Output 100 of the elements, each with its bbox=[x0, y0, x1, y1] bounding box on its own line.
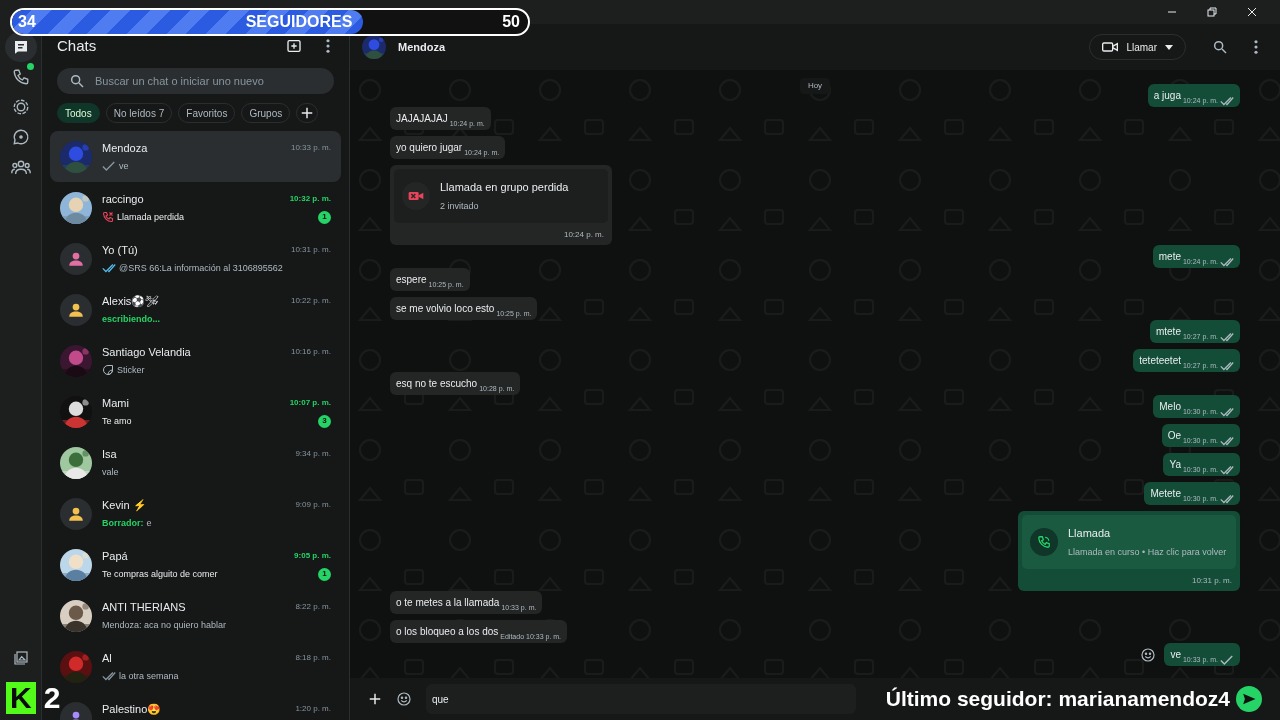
menu-icon bbox=[1254, 40, 1258, 54]
video-icon bbox=[1102, 41, 1119, 53]
chat-item[interactable]: Isa 9:34 p. m. vale bbox=[50, 437, 341, 488]
message-field[interactable]: que bbox=[426, 684, 856, 714]
call-subtitle: Llamada en curso • Haz clic para volver bbox=[1068, 545, 1227, 559]
time-label: 10:32 p. m. bbox=[289, 193, 331, 205]
contact-name: Isa bbox=[102, 446, 118, 462]
contact-name: Mami bbox=[102, 395, 130, 411]
contact-name: Santiago Velandia bbox=[102, 344, 192, 360]
date-label: Hoy bbox=[799, 78, 831, 94]
message-text: Oe bbox=[1167, 429, 1181, 443]
message-preview: @SRS 66:La información al 3106895562 bbox=[119, 261, 284, 275]
chat-item[interactable]: Yo (Tú) 10:31 p. m. @SRS 66:La información al 3106895562 bbox=[50, 233, 341, 284]
sticker-icon bbox=[396, 691, 412, 707]
time-label: 9:05 p. m. bbox=[294, 550, 331, 562]
chat-item[interactable]: Papá 9:05 p. m. Te compras alguito de comer 1 bbox=[50, 539, 341, 590]
message-text: Ya bbox=[1169, 458, 1181, 472]
status-icon bbox=[11, 98, 30, 116]
video-call-icon bbox=[408, 190, 424, 202]
time-label: 10:24 p. m. bbox=[563, 229, 604, 241]
restore-button[interactable] bbox=[1204, 4, 1220, 20]
chat-item[interactable]: raccingo 10:32 p. m. Llamada perdida 1 bbox=[50, 182, 341, 233]
search-field[interactable]: Buscar un chat o iniciar uno nuevo bbox=[57, 68, 334, 94]
contact-name: ANTI THERIANS bbox=[102, 599, 187, 615]
message-text: espere bbox=[396, 273, 427, 287]
contact-name: Palestino😍 bbox=[102, 701, 163, 717]
time-label: 10:07 p. m. bbox=[289, 397, 331, 409]
call-card[interactable]: Llamada Llamada en curso • Haz clic para volver 10:31 p. m. bbox=[1018, 511, 1240, 591]
unread-badge: 1 bbox=[318, 567, 331, 581]
chat-item[interactable]: Mami 10:07 p. m. Te amo 3 bbox=[50, 386, 341, 437]
message-text: esq no te escucho bbox=[396, 377, 478, 391]
message-text: Melo bbox=[1159, 400, 1181, 414]
chat-item[interactable]: Mendoza 10:33 p. m. ve bbox=[50, 131, 341, 182]
people-icon bbox=[10, 158, 31, 176]
double-check-icon bbox=[102, 263, 116, 274]
unread-badge: 1 bbox=[318, 210, 331, 224]
new-chat-icon bbox=[286, 38, 302, 54]
message-text: teteteetet bbox=[1139, 354, 1181, 368]
menu-icon bbox=[326, 39, 330, 53]
message-preview: e bbox=[146, 516, 153, 530]
call-title: Llamada bbox=[1068, 526, 1112, 541]
contact-name: Kevin ⚡ bbox=[102, 497, 148, 514]
chat-item[interactable]: ANTI THERIANS 8:22 p. m. Mendoza: aca no quiero hablar bbox=[50, 590, 341, 641]
time-label: 9:34 p. m. bbox=[295, 448, 331, 460]
new-chat-button[interactable] bbox=[286, 38, 302, 54]
contact-name: Papá bbox=[102, 548, 129, 564]
logo: K bbox=[6, 682, 36, 714]
plus-icon bbox=[368, 692, 382, 706]
double-check-icon bbox=[102, 671, 116, 682]
contact-name: Mendoza bbox=[398, 39, 447, 55]
chats-tab[interactable] bbox=[4, 32, 37, 62]
time-label: 10:16 p. m. bbox=[290, 346, 331, 358]
contact-name: raccingo bbox=[102, 191, 145, 207]
chat-item[interactable]: Santiago Velandia 10:16 p. m. Sticker bbox=[50, 335, 341, 386]
draft-label: Borrador: bbox=[102, 516, 144, 530]
message-preview: ve bbox=[119, 159, 130, 173]
viewer-count: 2 bbox=[43, 682, 61, 714]
message-preview: Mendoza: aca no quiero hablar bbox=[102, 618, 228, 632]
time-label: 10:31 p. m. bbox=[1191, 575, 1232, 587]
close-icon bbox=[1247, 7, 1257, 17]
message-text: se me volvio loco esto bbox=[396, 302, 495, 316]
message-text: mete bbox=[1158, 250, 1181, 264]
contact-name: Alexis⚽🛩 bbox=[102, 293, 161, 309]
message-text: mtete bbox=[1155, 325, 1181, 339]
follower-count: 34 bbox=[18, 12, 36, 32]
search-icon bbox=[1212, 39, 1228, 55]
time-label: 1:20 p. m. bbox=[295, 703, 331, 715]
search-button[interactable] bbox=[1212, 39, 1228, 55]
missed-call-icon bbox=[102, 211, 114, 224]
sticker-icon bbox=[102, 364, 114, 377]
time-label: 10:31 p. m. bbox=[290, 244, 331, 256]
phone-icon bbox=[11, 68, 30, 86]
message-preview: escribiendo... bbox=[102, 312, 162, 326]
chat-item[interactable]: Kevin ⚡ 9:09 p. m. Borrador: e bbox=[50, 488, 341, 539]
last-follower-label: Último seguidor: marianamendoz4 bbox=[885, 685, 1230, 712]
chat-bubble-icon bbox=[11, 128, 30, 146]
menu-button[interactable] bbox=[1254, 40, 1258, 54]
restore-icon bbox=[1207, 7, 1217, 17]
call-card[interactable]: Llamada en grupo perdida 2 invitado 10:24 p. m. bbox=[390, 165, 612, 245]
goal-count: 50 bbox=[502, 12, 520, 32]
attach-button[interactable] bbox=[368, 692, 382, 706]
message-text: JAJAJAJAJ bbox=[396, 112, 448, 126]
message-text: a juga bbox=[1153, 89, 1181, 103]
sticker-button[interactable] bbox=[396, 691, 412, 707]
chat-item[interactable]: Alexis⚽🛩 10:22 p. m. escribiendo... bbox=[50, 284, 341, 335]
message-text: ve bbox=[1170, 648, 1181, 662]
time-label: 10:33 p. m. bbox=[290, 142, 331, 154]
filter-chip[interactable]: Todos bbox=[57, 103, 100, 123]
phone-icon bbox=[1037, 535, 1051, 549]
contact-name: Mendoza bbox=[102, 140, 149, 156]
send-button[interactable] bbox=[1236, 686, 1262, 712]
emoji-button[interactable] bbox=[1140, 646, 1157, 663]
plus-icon bbox=[300, 106, 315, 120]
sidebar-title: Chats bbox=[57, 35, 98, 56]
call-subtitle: 2 invitado bbox=[440, 199, 480, 213]
check-icon bbox=[102, 161, 116, 172]
time-label: 10:22 p. m. bbox=[290, 295, 331, 307]
search-icon bbox=[69, 73, 85, 89]
call-title: Llamada en grupo perdida bbox=[440, 180, 569, 195]
send-icon bbox=[1242, 692, 1256, 706]
